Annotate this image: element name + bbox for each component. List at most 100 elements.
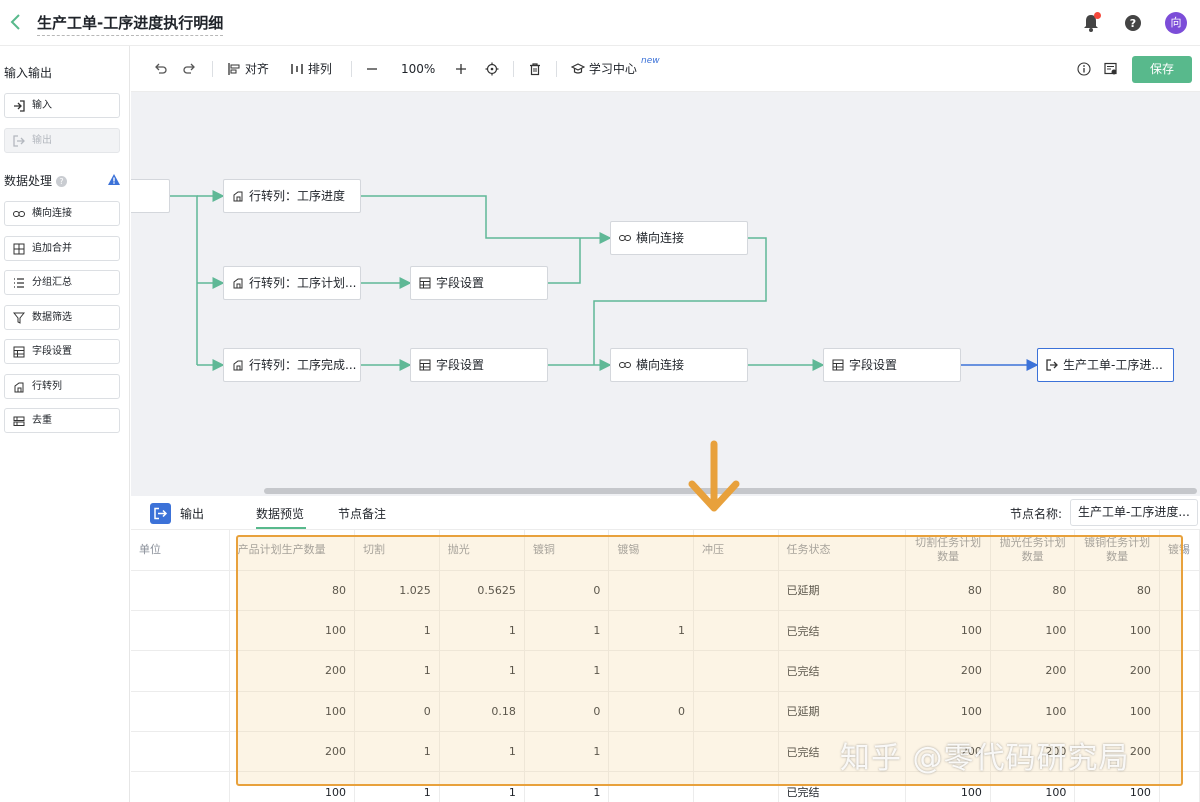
table-cell: 200 [1074,650,1160,692]
flow-node-output[interactable]: 生产工单-工序进... [1037,348,1174,382]
help-icon[interactable]: ? [1122,12,1144,34]
delete-button[interactable] [528,61,542,77]
table-cell: 1 [524,731,610,773]
dedupe-icon [13,416,25,426]
table-cell [131,691,230,733]
table-cell: 1 [439,731,525,773]
undo-icon [155,63,167,74]
column-header[interactable]: 镀铜任务计划数量 [1074,530,1160,571]
filter-icon [13,312,25,324]
table-cell: 1 [354,731,440,773]
align-button[interactable]: 对齐 [227,61,269,77]
redo-button[interactable] [183,61,197,77]
table-cell: 1 [354,650,440,692]
tab-node-notes[interactable]: 节点备注 [338,505,386,522]
column-header[interactable]: 切割 [354,530,440,571]
toolbar-divider [212,61,213,77]
flow-node-pivot-complete[interactable]: 行转列：工序完成... [223,348,361,382]
active-tab-indicator [256,527,306,529]
column-header[interactable]: 镀锡 [1159,530,1200,571]
table-cell: 100 [229,691,355,733]
column-header[interactable]: 冲压 [693,530,779,571]
node-label: 横向连接 [636,231,685,245]
align-label: 对齐 [244,62,269,76]
sidebar-item-input[interactable]: 输入 [4,93,120,118]
tab-data-preview[interactable]: 数据预览 [256,505,304,522]
pivot-icon [14,382,24,393]
table-icon [419,277,431,289]
node-label: 字段设置 [436,358,485,372]
toolbar-divider [351,61,352,77]
sidebar-item-row-to-column[interactable]: 行转列 [4,374,120,399]
zoom-in-button[interactable] [454,61,468,77]
table-cell: 100 [905,610,991,652]
learning-center-label: 学习中心 [588,62,637,76]
question-icon[interactable]: ? [56,176,68,187]
flow-node-field-settings-1[interactable]: 字段设置 [410,266,548,300]
sidebar-item-dedupe[interactable]: 去重 [4,408,120,433]
table-row[interactable]: 200 1 1 1 已完结 200 200 200 [131,650,1200,692]
link-icon [619,235,631,241]
warning-icon[interactable] [108,174,120,185]
sidebar-item-label: 横向连接 [32,208,72,219]
sidebar-item-label: 字段设置 [32,346,72,357]
sidebar-item-horizontal-join[interactable]: 横向连接 [4,201,120,226]
node-label: 字段设置 [849,358,898,372]
column-header[interactable]: 抛光 [439,530,525,571]
flow-node-field-settings-2[interactable]: 字段设置 [410,348,548,382]
table-row[interactable]: 100 1 1 1 1 已完结 100 100 100 [131,610,1200,652]
learning-center-button[interactable]: 学习中心 [570,61,637,77]
preview-button[interactable] [1104,61,1118,77]
table-cell [1159,570,1200,611]
table-cell: 1 [354,771,440,802]
table-cell [693,610,779,652]
flow-node-pivot-progress[interactable]: 行转列：工序进度 [223,179,361,213]
flow-node-input[interactable] [131,179,170,213]
align-left-icon [228,63,240,75]
column-header[interactable]: 切割任务计划数量 [905,530,991,571]
column-header[interactable]: 产品计划生产数量 [229,530,355,571]
sidebar-item-group-summary[interactable]: 分组汇总 [4,270,120,295]
sidebar-item-label: 去重 [32,415,52,426]
user-avatar[interactable]: 向 [1165,12,1187,34]
flow-node-pivot-plan[interactable]: 行转列：工序计划... [223,266,361,300]
node-label: 生产工单-工序进... [1063,358,1163,372]
zoom-out-button[interactable] [365,61,379,77]
sidebar-item-append-merge[interactable]: 追加合并 [4,236,120,261]
locate-button[interactable] [485,61,499,77]
sidebar-item-output[interactable]: 输出 [4,128,120,153]
table-cell: 80 [905,570,991,611]
table-cell: 0.18 [439,691,525,733]
table-cell: 80 [990,570,1076,611]
sidebar-item-data-filter[interactable]: 数据筛选 [4,305,120,330]
flow-node-field-settings-3[interactable]: 字段设置 [823,348,961,382]
column-header[interactable]: 镀铜 [524,530,610,571]
column-header[interactable]: 任务状态 [778,530,907,571]
flow-node-join-2[interactable]: 横向连接 [610,348,748,382]
sidebar-item-label: 输入 [32,100,52,111]
column-header[interactable]: 镀锡 [608,530,694,571]
save-button[interactable]: 保存 [1132,56,1192,83]
table-row[interactable]: 100 0 0.18 0 0 已延期 100 100 100 [131,691,1200,733]
arrange-button[interactable]: 排列 [290,61,332,77]
table-cell [608,731,694,773]
undo-button[interactable] [153,61,167,77]
table-cell [131,650,230,692]
page-title[interactable]: 生产工单-工序进度执行明细 [37,12,224,36]
column-header[interactable]: 抛光任务计划数量 [990,530,1076,571]
node-name-input[interactable]: 生产工单-工序进度... [1070,499,1198,526]
table-cell: 100 [1074,610,1160,652]
sidebar-item-field-settings[interactable]: 字段设置 [4,339,120,364]
table-row[interactable]: 80 1.025 0.5625 0 已延期 80 80 80 [131,570,1200,611]
flow-node-join-1[interactable]: 横向连接 [610,221,748,255]
table-cell: 200 [229,650,355,692]
table-cell: 100 [990,610,1076,652]
info-button[interactable] [1077,61,1091,77]
back-arrow-icon[interactable] [8,12,24,32]
node-label: 字段设置 [436,276,485,290]
flow-canvas[interactable]: 行转列：工序进度 行转列：工序计划... 行转列：工序完成... 字段设置 字段… [131,92,1200,496]
column-header[interactable]: 单位 [131,530,230,571]
redo-icon [183,63,195,74]
node-detail-panel-header: 输出 数据预览 节点备注 节点名称: 生产工单-工序进度... [131,496,1200,530]
sidebar-item-label: 分组汇总 [32,277,72,288]
